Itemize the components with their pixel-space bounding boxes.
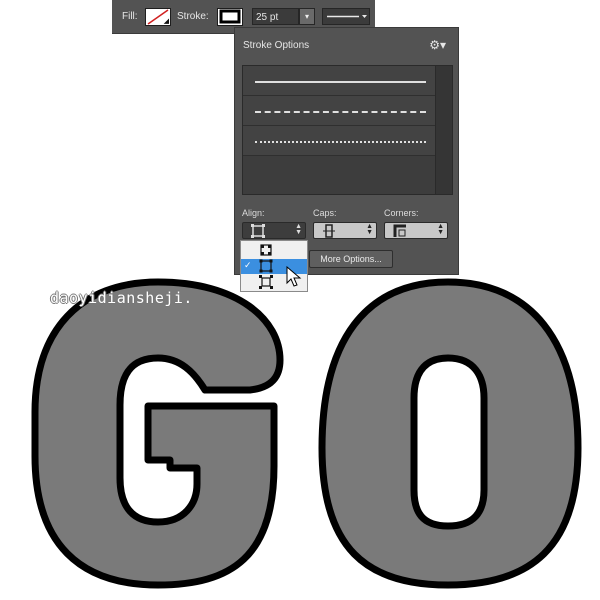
- corners-label: Corners:: [384, 208, 419, 218]
- align-outside-icon: [259, 275, 273, 289]
- stroke-type-dropdown[interactable]: [322, 8, 370, 25]
- stroke-label: Stroke:: [177, 11, 209, 22]
- stroke-style-dotted[interactable]: [243, 126, 436, 156]
- caps-label: Caps:: [313, 208, 337, 218]
- corners-select[interactable]: ▲ ▼: [384, 222, 448, 239]
- stroke-options-panel: Stroke Options ⚙▾ Align: Caps: Corners: …: [234, 27, 459, 275]
- chevron-updown-icon: ▲ ▼: [437, 223, 444, 236]
- align-select[interactable]: ▲ ▼: [242, 222, 306, 239]
- watermark-text: daoyidiansheji.: [50, 289, 193, 307]
- letter-o: [318, 278, 582, 589]
- align-center-icon: [251, 224, 265, 238]
- stroke-style-dashed[interactable]: [243, 96, 436, 126]
- list-scrollbar[interactable]: [435, 66, 452, 194]
- gear-icon[interactable]: ⚙▾: [429, 38, 446, 52]
- chevron-down-icon: ▾: [304, 12, 309, 21]
- miter-join-icon: [393, 224, 406, 237]
- checkmark-icon: ✓: [244, 260, 252, 270]
- more-options-button[interactable]: More Options...: [309, 250, 393, 268]
- panel-title: Stroke Options: [243, 40, 310, 51]
- chevron-updown-icon: ▲ ▼: [366, 223, 373, 236]
- dashed-line-icon: [255, 110, 426, 113]
- butt-cap-icon: [323, 224, 335, 238]
- solid-line-icon: [327, 15, 367, 18]
- fill-label: Fill:: [122, 11, 138, 22]
- stroke-color-icon: [219, 9, 241, 24]
- stroke-style-list: [242, 65, 453, 195]
- stroke-style-solid[interactable]: [243, 66, 436, 96]
- dotted-line-icon: [255, 140, 426, 143]
- stroke-width-dropdown[interactable]: ▾: [299, 8, 315, 25]
- chevron-down-icon: ◢: [163, 18, 169, 25]
- chevron-updown-icon: ▲ ▼: [295, 223, 302, 236]
- align-center-icon: [259, 259, 273, 273]
- stroke-width-field[interactable]: 25 pt: [252, 8, 299, 25]
- stroke-swatch[interactable]: [217, 8, 243, 26]
- letter-g: [31, 278, 284, 589]
- align-label: Align:: [242, 208, 265, 218]
- mouse-pointer-icon: [286, 266, 302, 287]
- caps-select[interactable]: ▲ ▼: [313, 222, 377, 239]
- align-inside-icon: [260, 244, 272, 256]
- fill-swatch[interactable]: ◢: [145, 8, 171, 26]
- align-inside-option[interactable]: [241, 243, 307, 258]
- solid-line-icon: [255, 80, 426, 83]
